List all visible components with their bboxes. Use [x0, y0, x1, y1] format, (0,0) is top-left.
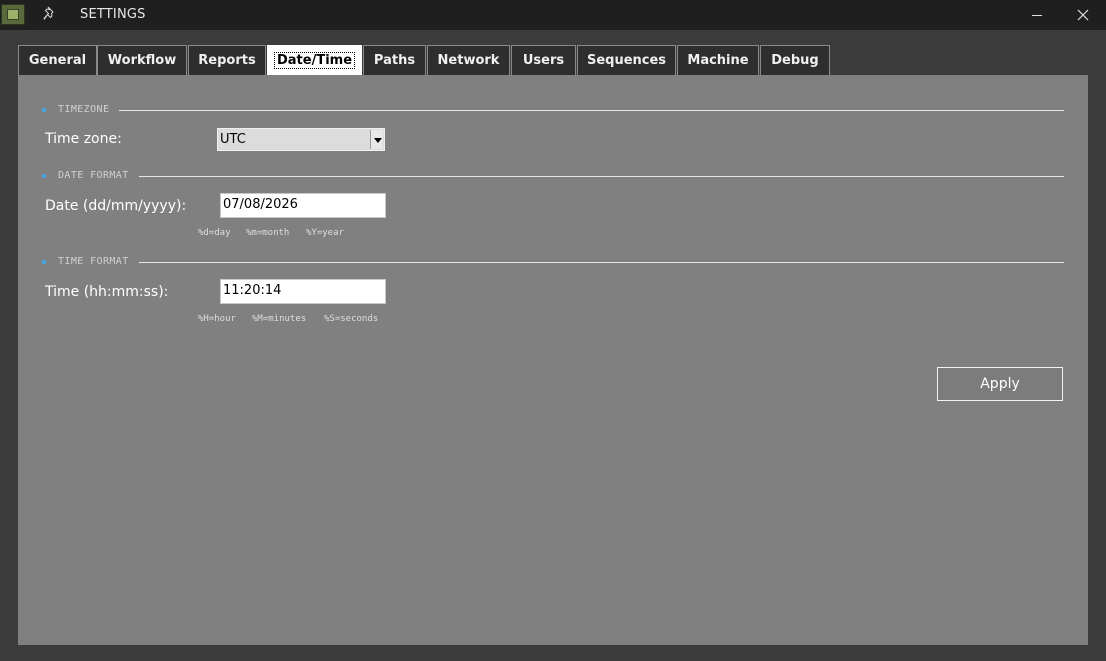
date-hint-year: %Y=year	[306, 228, 344, 238]
pin-icon[interactable]	[42, 6, 58, 24]
timezone-selected-value: UTC	[220, 132, 246, 147]
close-button[interactable]	[1060, 0, 1106, 30]
tab-label: General	[28, 53, 87, 68]
timezone-select[interactable]: UTC	[217, 128, 385, 151]
timezone-label: Time zone:	[45, 131, 122, 147]
time-hint-minutes: %M=minutes	[252, 314, 307, 324]
time-hint-seconds: %S=seconds	[324, 314, 379, 324]
timezone-section-header: TIMEZONE	[42, 103, 1064, 117]
tab-label: Machine	[687, 53, 749, 68]
tab-label: Users	[522, 53, 565, 68]
tab-sequences[interactable]: Sequences	[577, 45, 676, 75]
section-divider	[66, 110, 1064, 111]
date-format-label: Date (dd/mm/yyyy):	[45, 198, 187, 214]
section-divider	[66, 176, 1064, 177]
tab-machine[interactable]: Machine	[677, 45, 759, 75]
section-bullet-icon	[42, 174, 46, 178]
chevron-down-icon[interactable]	[370, 130, 383, 149]
tab-label: Date/Time	[273, 51, 356, 69]
time-format-label: Time (hh:mm:ss):	[45, 284, 169, 300]
time-hint-hour: %H=hour	[198, 314, 236, 324]
tab-general[interactable]: General	[18, 45, 97, 75]
window-title: SETTINGS	[80, 7, 146, 22]
date-format-section-header: DATE FORMAT	[42, 169, 1064, 183]
section-divider	[66, 262, 1064, 263]
date-time-panel: TIMEZONE Time zone: UTC DATE FORMAT Date…	[18, 75, 1088, 645]
time-format-section-header: TIME FORMAT	[42, 255, 1064, 269]
time-format-section-title: TIME FORMAT	[58, 255, 139, 269]
tab-date-time[interactable]: Date/Time	[267, 45, 362, 75]
tab-label: Network	[437, 53, 500, 68]
tab-reports[interactable]: Reports	[188, 45, 266, 75]
date-hint-month: %m=month	[246, 228, 290, 238]
date-format-section-title: DATE FORMAT	[58, 169, 139, 183]
tab-network[interactable]: Network	[427, 45, 510, 75]
settings-window: SETTINGS General Workflow Reports Date/T…	[0, 0, 1106, 661]
time-format-input[interactable]: 11:20:14	[220, 279, 386, 304]
apply-button[interactable]: Apply	[937, 367, 1063, 401]
tab-users[interactable]: Users	[511, 45, 576, 75]
minimize-button[interactable]	[1014, 0, 1060, 30]
tab-label: Reports	[198, 53, 256, 68]
tab-debug[interactable]: Debug	[760, 45, 830, 75]
close-icon	[1077, 9, 1089, 21]
date-hint-day: %d=day	[198, 228, 231, 238]
timezone-section-title: TIMEZONE	[58, 103, 120, 117]
title-bar: SETTINGS	[0, 0, 1106, 30]
date-format-input[interactable]: 07/08/2026	[220, 193, 386, 218]
tab-label: Paths	[373, 53, 416, 68]
tab-label: Sequences	[586, 53, 667, 68]
tab-label: Debug	[771, 53, 819, 68]
tab-label: Workflow	[107, 53, 177, 68]
section-bullet-icon	[42, 108, 46, 112]
minimize-icon	[1032, 14, 1042, 16]
app-icon	[1, 4, 25, 25]
tab-paths[interactable]: Paths	[363, 45, 426, 75]
tab-workflow[interactable]: Workflow	[97, 45, 187, 75]
section-bullet-icon	[42, 260, 46, 264]
pin-icon-glyph	[43, 6, 54, 20]
settings-tab-bar: General Workflow Reports Date/Time Paths…	[18, 45, 1088, 75]
